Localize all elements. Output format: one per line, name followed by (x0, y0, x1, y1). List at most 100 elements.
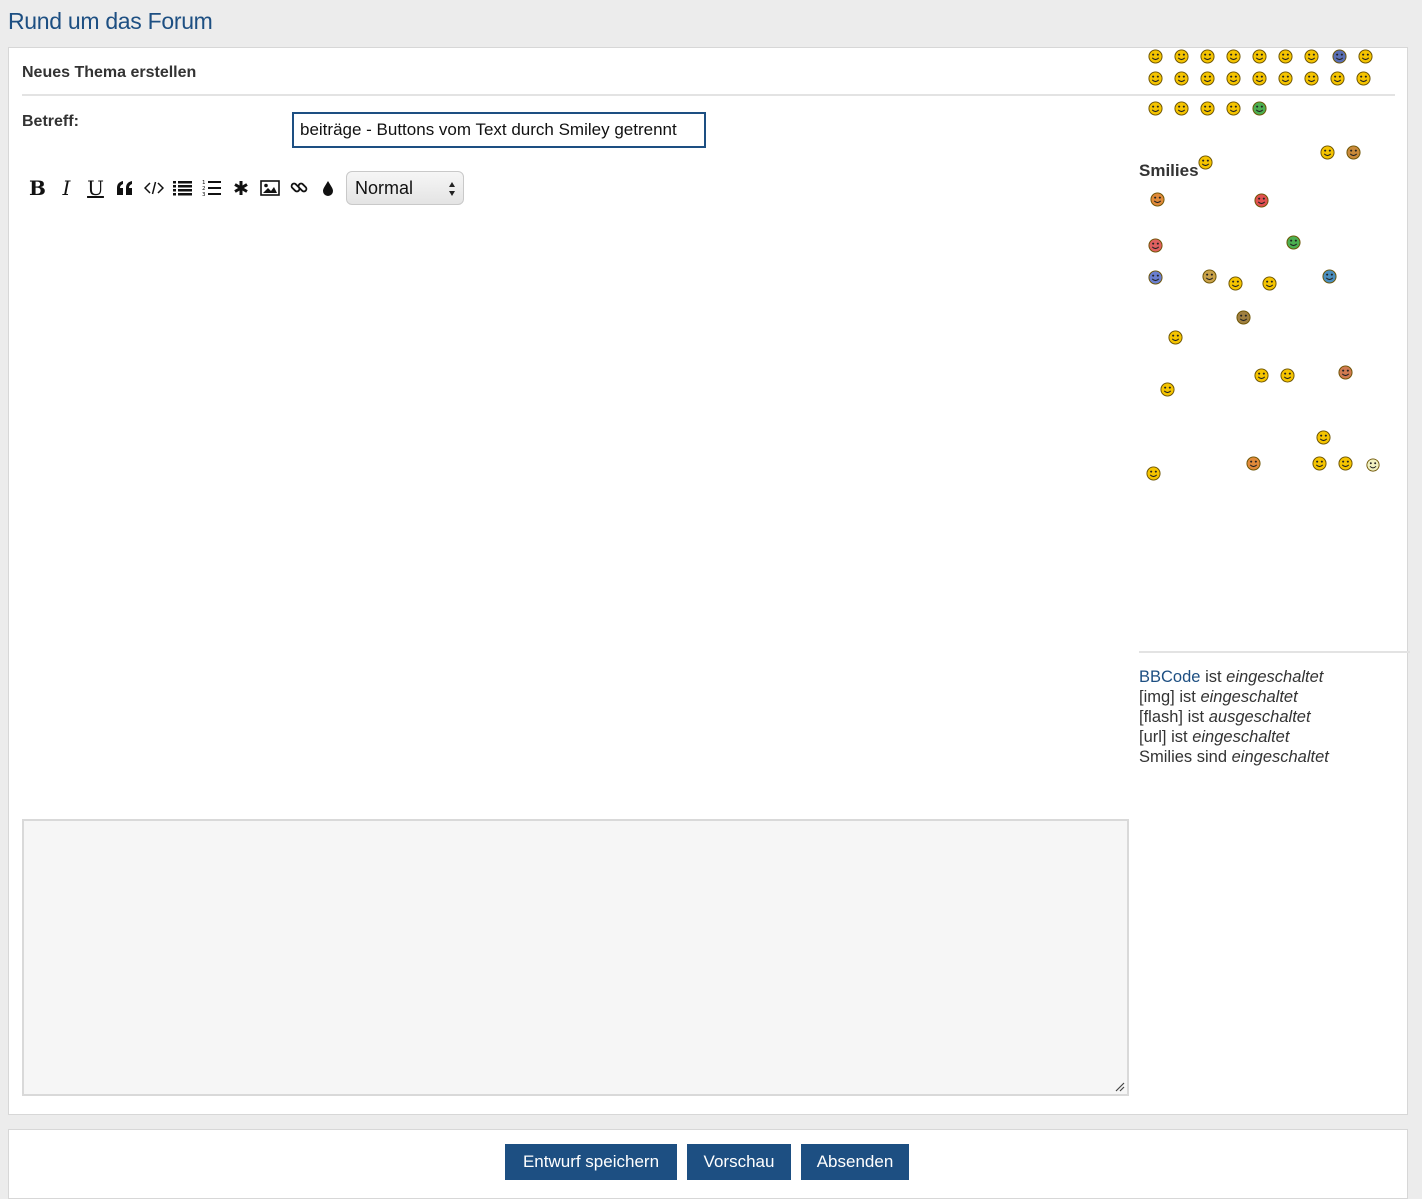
smiley-icon[interactable] (1252, 71, 1267, 86)
smiley-icon[interactable] (1286, 235, 1301, 250)
smiley-icon[interactable] (1316, 430, 1331, 445)
smiley-icon[interactable] (1332, 49, 1347, 64)
smiley-icon[interactable] (1280, 368, 1295, 383)
smiley-icon[interactable] (1304, 49, 1319, 64)
smiley-icon[interactable] (1320, 145, 1335, 160)
status-text: ist (1179, 688, 1196, 706)
list-item-button[interactable] (226, 173, 255, 203)
status-text: ist (1171, 728, 1188, 746)
smiley-icon[interactable] (1174, 49, 1189, 64)
status-text: [flash] (1139, 708, 1184, 726)
smiley-icon[interactable] (1358, 49, 1373, 64)
status-value: eingeschaltet (1200, 688, 1298, 706)
link-icon (290, 182, 307, 193)
smiley-icon[interactable] (1148, 101, 1163, 116)
bbcode-link[interactable]: BBCode (1139, 668, 1200, 686)
italic-button[interactable]: I (52, 173, 81, 203)
resize-grip-icon[interactable] (1113, 1080, 1125, 1092)
smiley-icon[interactable] (1160, 382, 1175, 397)
status-text: ist (1205, 668, 1222, 686)
smiley-icon[interactable] (1322, 269, 1337, 284)
smiley-icon[interactable] (1356, 71, 1371, 86)
list-button[interactable] (168, 173, 197, 203)
status-text: [url] (1139, 728, 1167, 746)
list-icon (173, 181, 192, 196)
smiley-icon[interactable] (1246, 456, 1261, 471)
font-size-select[interactable]: Normal (346, 171, 464, 205)
subject-label: Betreff: (22, 113, 79, 130)
divider (1139, 651, 1410, 653)
image-icon (259, 180, 280, 196)
divider (22, 94, 1395, 96)
font-size-value: Normal (355, 177, 414, 198)
smiley-icon[interactable] (1226, 101, 1241, 116)
smiley-icon[interactable] (1252, 101, 1267, 116)
subject-input[interactable] (292, 112, 706, 148)
smiley-icon[interactable] (1148, 270, 1163, 285)
smiley-icon[interactable] (1236, 310, 1251, 325)
status-value: eingeschaltet (1226, 668, 1324, 686)
smiley-icon[interactable] (1226, 71, 1241, 86)
underline-button[interactable]: U (81, 173, 110, 203)
status-text: ist (1187, 708, 1205, 726)
smiley-icon[interactable] (1254, 193, 1269, 208)
smiley-icon[interactable] (1200, 49, 1215, 64)
bold-button[interactable]: B (23, 173, 52, 203)
smiley-icon[interactable] (1148, 71, 1163, 86)
smiley-icon[interactable] (1338, 365, 1353, 380)
smiley-icon[interactable] (1148, 49, 1163, 64)
smiley-icon[interactable] (1312, 456, 1327, 471)
color-button[interactable] (313, 173, 342, 203)
numbered-list-button[interactable]: 1 2 3 (197, 173, 226, 203)
image-button[interactable] (255, 173, 284, 203)
smiley-icon[interactable] (1252, 49, 1267, 64)
smiley-icon[interactable] (1278, 71, 1293, 86)
panel-title: Neues Thema erstellen (22, 64, 197, 81)
smiley-icon[interactable] (1174, 101, 1189, 116)
smiley-icon[interactable] (1146, 466, 1161, 481)
smiley-icon[interactable] (1150, 192, 1165, 207)
quote-icon (116, 181, 132, 195)
smiley-icon[interactable] (1346, 145, 1361, 160)
quote-button[interactable] (110, 173, 139, 203)
status-text: Smilies sind (1139, 748, 1228, 766)
status-value: eingeschaltet (1192, 728, 1290, 746)
italic-icon: I (62, 176, 71, 200)
smiley-icon[interactable] (1304, 71, 1319, 86)
smiley-icon[interactable] (1228, 276, 1243, 291)
smiley-icon[interactable] (1366, 458, 1380, 472)
color-drop-icon (322, 181, 333, 196)
status-value: eingeschaltet (1231, 748, 1329, 766)
select-arrows-icon (449, 182, 455, 196)
svg-text:3: 3 (202, 192, 206, 197)
code-button[interactable] (139, 173, 168, 203)
code-icon (143, 181, 164, 195)
smiley-icon[interactable] (1202, 269, 1217, 284)
smiley-icon[interactable] (1148, 238, 1163, 253)
numbered-list-icon: 1 2 3 (202, 180, 221, 197)
smiley-icon[interactable] (1262, 276, 1277, 291)
link-button[interactable] (284, 173, 313, 203)
smiley-icon[interactable] (1200, 71, 1215, 86)
save-draft-button[interactable]: Entwurf speichern (505, 1144, 677, 1180)
smiley-icon[interactable] (1338, 456, 1353, 471)
bbcode-toolbar: B I U 1 2 3 Normal (23, 170, 464, 206)
smiley-icon[interactable] (1168, 330, 1183, 345)
smiley-icon[interactable] (1330, 71, 1345, 86)
underline-icon: U (87, 176, 104, 200)
smiley-icon[interactable] (1254, 368, 1269, 383)
asterisk-icon (233, 181, 248, 195)
forum-title[interactable]: Rund um das Forum (8, 8, 213, 35)
smiley-icon[interactable] (1198, 155, 1213, 170)
smiley-icon[interactable] (1278, 49, 1293, 64)
submit-button[interactable]: Absenden (801, 1144, 909, 1180)
bold-icon: B (29, 176, 46, 200)
smiley-icon[interactable] (1174, 71, 1189, 86)
message-textarea[interactable] (22, 819, 1129, 1096)
smiley-icon[interactable] (1226, 49, 1241, 64)
status-text: [img] (1139, 688, 1175, 706)
preview-button[interactable]: Vorschau (687, 1144, 791, 1180)
submit-bar: Entwurf speichern Vorschau Absenden (8, 1129, 1408, 1199)
smiley-icon[interactable] (1200, 101, 1215, 116)
status-value: ausgeschaltet (1208, 708, 1311, 726)
